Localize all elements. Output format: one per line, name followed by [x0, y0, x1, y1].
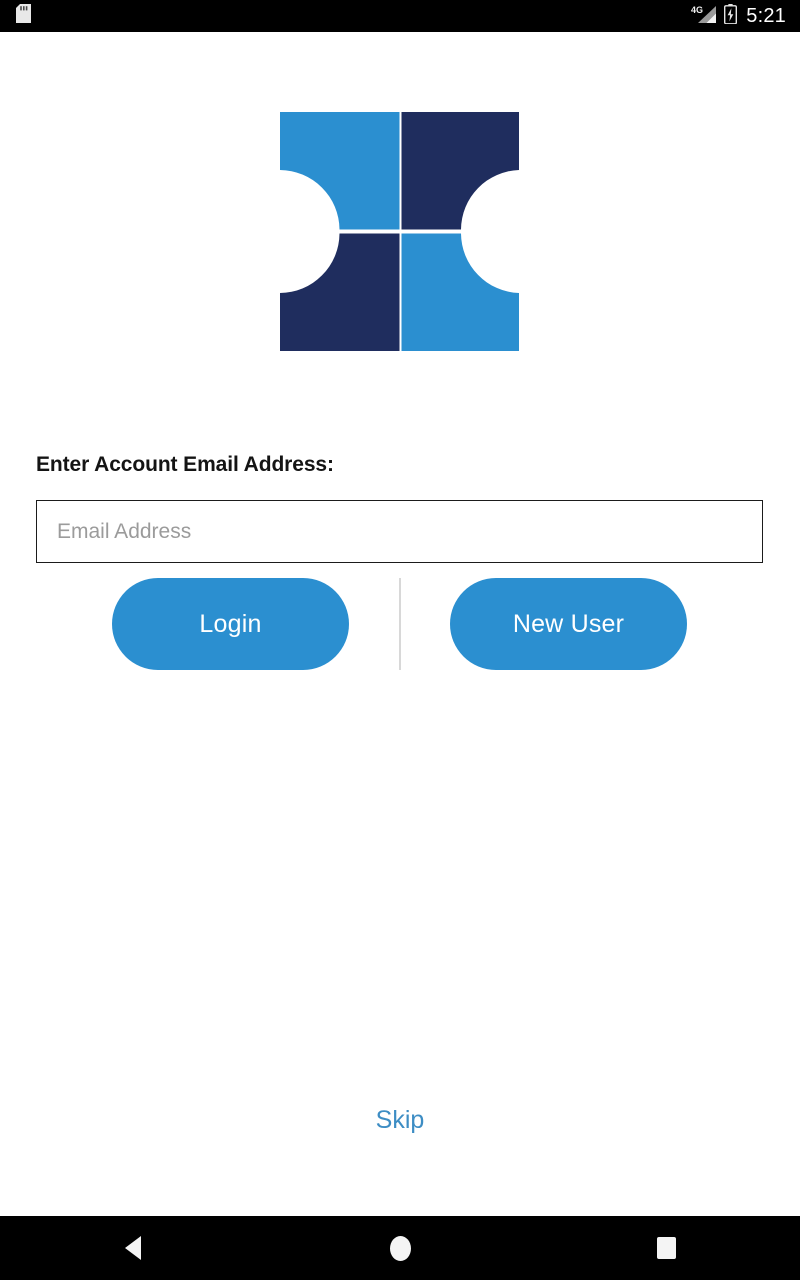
email-field-label: Enter Account Email Address:	[36, 453, 334, 476]
nav-recents-button[interactable]	[533, 1216, 800, 1280]
recents-square-icon	[657, 1237, 677, 1259]
battery-charging-icon	[724, 3, 738, 29]
home-circle-icon	[389, 1235, 411, 1261]
status-bar-clock: 5:21	[746, 5, 786, 27]
logo-quadrant-top-right	[401, 112, 519, 230]
app-logo	[280, 112, 519, 351]
signal-4g-icon: 4G	[691, 4, 717, 29]
login-button[interactable]: Login	[112, 578, 349, 670]
app-screen: 4G 5:21 Enter Account Email Address: Ema…	[0, 0, 800, 1280]
sd-card-icon	[16, 4, 31, 28]
new-user-button[interactable]: New User	[450, 578, 687, 670]
status-bar: 4G 5:21	[0, 0, 800, 32]
auth-button-row: Login New User	[0, 578, 800, 671]
skip-link[interactable]: Skip	[0, 1106, 800, 1135]
svg-text:4G: 4G	[691, 5, 703, 15]
android-navigation-bar	[0, 1216, 800, 1280]
status-bar-right-icons: 4G 5:21	[691, 3, 786, 29]
back-triangle-icon	[125, 1236, 142, 1260]
nav-home-button[interactable]	[267, 1216, 534, 1280]
app-logo-svg	[280, 112, 519, 351]
logo-quadrant-bottom-left	[280, 233, 400, 351]
status-bar-left-icons	[16, 4, 31, 28]
email-input[interactable]	[36, 500, 763, 563]
nav-back-button[interactable]	[0, 1216, 267, 1280]
logo-quadrant-bottom-right	[401, 233, 519, 351]
button-divider	[399, 578, 401, 670]
